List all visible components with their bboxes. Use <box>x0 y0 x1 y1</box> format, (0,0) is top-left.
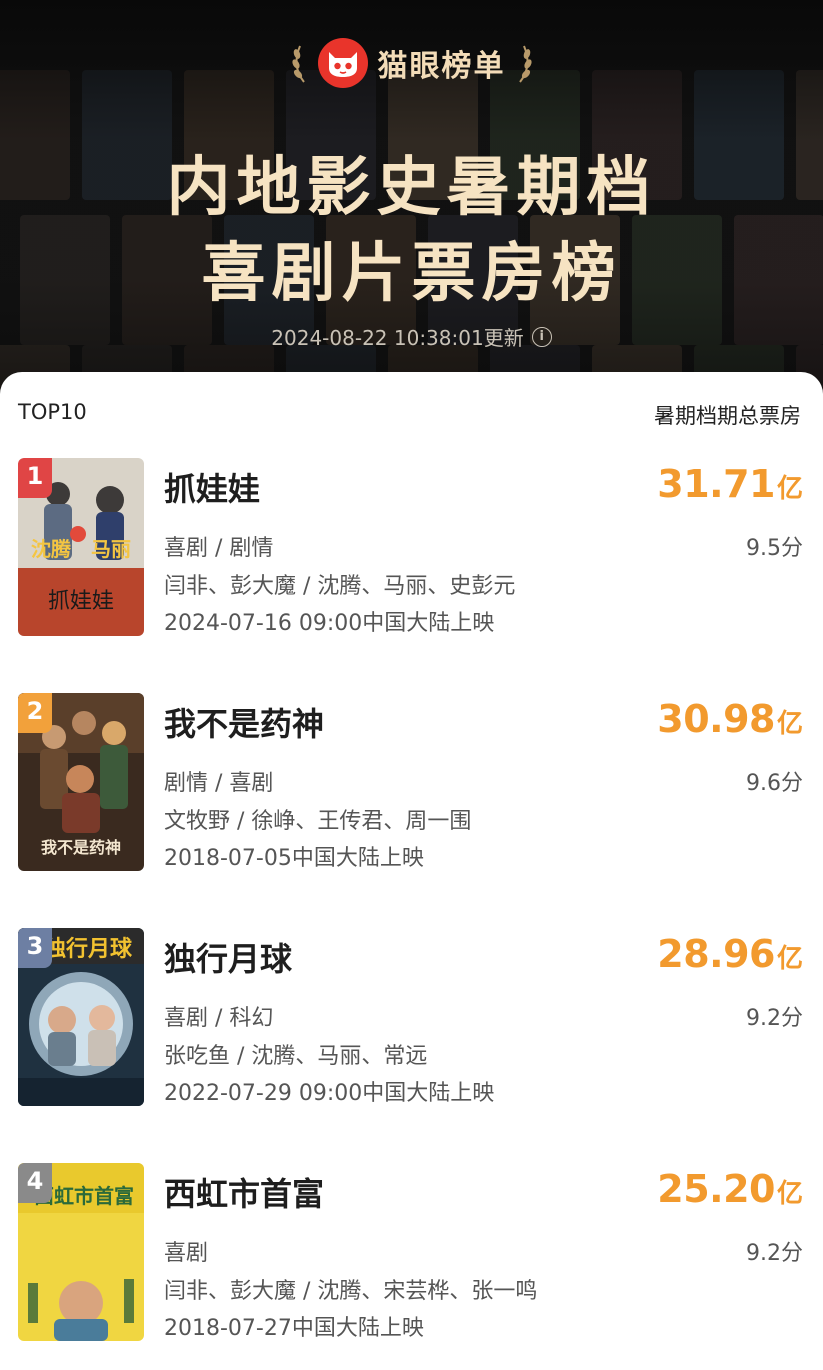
movie-people: 文牧野 / 徐峥、王传君、周一围 <box>164 809 472 834</box>
movie-row[interactable]: 独行月球 3 独行月球 28.96 亿 喜剧 / 科幻 9.2分 张吃鱼 / 沈… <box>18 928 803 1106</box>
box-office-value: 31.71 <box>657 462 775 506</box>
movie-people: 闫非、彭大魔 / 沈腾、宋芸桦、张一鸣 <box>164 1279 538 1304</box>
movie-genres: 喜剧 / 科幻 <box>164 1006 274 1031</box>
movie-poster[interactable]: 独行月球 3 <box>18 928 144 1106</box>
movie-poster[interactable]: 沈腾 马丽 抓娃娃 1 <box>18 458 144 636</box>
box-office: 30.98 亿 <box>657 697 803 741</box>
poster-title: 抓娃娃 <box>48 589 114 614</box>
box-office-value: 25.20 <box>657 1167 775 1211</box>
movie-poster[interactable]: 西虹市首富 4 <box>18 1163 144 1341</box>
top10-label: TOP10 <box>18 400 87 424</box>
info-icon[interactable]: i <box>531 326 552 347</box>
movie-genres: 喜剧 / 剧情 <box>164 536 274 561</box>
movie-title[interactable]: 抓娃娃 <box>164 464 260 510</box>
header-banner: 猫眼榜单 内地影史暑期档 喜剧片票房榜 2024-08-22 10:38:01更… <box>0 0 823 400</box>
movie-row[interactable]: 我不是药神 2 我不是药神 30.98 亿 剧情 / 喜剧 9.6分 文牧野 /… <box>18 693 803 871</box>
movie-title[interactable]: 独行月球 <box>164 934 292 980</box>
update-timestamp-row: 2024-08-22 10:38:01更新 i <box>0 322 823 351</box>
update-timestamp: 2024-08-22 10:38:01更新 <box>271 326 524 350</box>
movie-release: 2022-07-29 09:00中国大陆上映 <box>164 1081 495 1106</box>
movie-poster[interactable]: 我不是药神 2 <box>18 693 144 871</box>
rank-badge: 4 <box>18 1163 52 1203</box>
movie-genres: 剧情 / 喜剧 <box>164 771 274 796</box>
movie-title[interactable]: 我不是药神 <box>164 699 324 745</box>
movie-release: 2024-07-16 09:00中国大陆上映 <box>164 611 495 636</box>
movie-people: 闫非、彭大魔 / 沈腾、马丽、史彭元 <box>164 574 516 599</box>
poster-title: 我不是药神 <box>41 838 121 857</box>
movie-score: 9.2分 <box>746 1006 803 1031</box>
list-header: TOP10 暑期档期总票房 <box>18 400 801 430</box>
movie-score: 9.6分 <box>746 771 803 796</box>
box-office-unit: 亿 <box>776 1179 803 1209</box>
movie-row[interactable]: 西虹市首富 4 西虹市首富 25.20 亿 喜剧 9.2分 闫非、彭大魔 / 沈… <box>18 1163 803 1341</box>
ranking-card: TOP10 暑期档期总票房 沈腾 马丽 抓娃娃 1 抓娃娃 31.71 亿 喜剧… <box>0 372 823 1370</box>
page-title-line-1: 内地影史暑期档 <box>166 151 657 225</box>
box-office-unit: 亿 <box>776 944 803 974</box>
box-office-unit: 亿 <box>776 709 803 739</box>
brand-name: 猫眼榜单 <box>377 49 506 84</box>
box-office: 25.20 亿 <box>657 1167 803 1211</box>
box-office-value: 30.98 <box>657 697 775 741</box>
rank-badge: 3 <box>18 928 52 968</box>
poster-caption: 沈腾 马丽 <box>31 537 131 561</box>
movie-score: 9.2分 <box>746 1241 803 1266</box>
movie-release: 2018-07-27中国大陆上映 <box>164 1316 424 1341</box>
total-box-office-label: 暑期档期总票房 <box>654 404 801 428</box>
movie-genres: 喜剧 <box>164 1241 209 1266</box>
laurel-left-icon <box>291 45 305 83</box>
movie-people: 张吃鱼 / 沈腾、马丽、常远 <box>164 1044 428 1069</box>
box-office-value: 28.96 <box>657 932 775 976</box>
box-office: 28.96 亿 <box>657 932 803 976</box>
rank-badge: 2 <box>18 693 52 733</box>
rank-badge: 1 <box>18 458 52 498</box>
movie-title[interactable]: 西虹市首富 <box>164 1169 324 1215</box>
movie-release: 2018-07-05中国大陆上映 <box>164 846 424 871</box>
box-office-unit: 亿 <box>776 474 803 504</box>
poster-title: 独行月球 <box>44 936 133 962</box>
laurel-right-icon <box>518 45 532 83</box>
page-title-line-2: 喜剧片票房榜 <box>201 237 622 311</box>
movie-row[interactable]: 沈腾 马丽 抓娃娃 1 抓娃娃 31.71 亿 喜剧 / 剧情 9.5分 闫非、… <box>18 458 803 636</box>
movie-score: 9.5分 <box>746 536 803 561</box>
box-office: 31.71 亿 <box>657 462 803 506</box>
brand-bar: 猫眼榜单 <box>0 38 823 88</box>
maoyan-logo-icon <box>317 38 368 88</box>
